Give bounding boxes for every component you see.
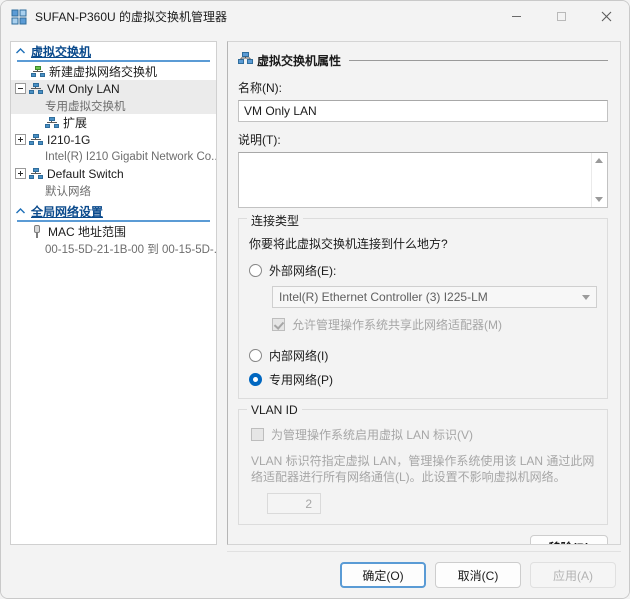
allow-management-os-share-checkbox: 允许管理操作系统共享此网络适配器(M) (272, 316, 597, 333)
maximize-button[interactable] (539, 1, 584, 32)
tree-item-label: 扩展 (63, 116, 88, 130)
external-adapter-dropdown[interactable]: Intel(R) Ethernet Controller (3) I225-LM (272, 286, 597, 308)
switch-icon (238, 52, 253, 68)
tree-item-mac-range-subtitle: 00-15-5D-21-1B-00 到 00-15-5D-... (11, 240, 216, 257)
new-switch-icon (31, 65, 45, 78)
tree-item-mac-address-range[interactable]: MAC 地址范围 (11, 223, 216, 240)
footer-buttons: 确定(O) 取消(C) 应用(A) (340, 562, 616, 588)
radio-indicator (249, 373, 262, 386)
switch-icon (45, 116, 59, 129)
chevron-up-icon (15, 46, 26, 57)
radio-label: 专用网络(P) (269, 373, 333, 387)
pane-splitter[interactable] (220, 41, 224, 545)
tree-item-new-switch[interactable]: 新建虚拟网络交换机 (11, 63, 216, 80)
radio-external-network[interactable]: 外部网络(E): (249, 262, 597, 279)
mac-icon (31, 225, 43, 238)
connection-type-label: 连接类型 (247, 212, 304, 229)
tree-item-sublabel: 默认网络 (45, 185, 91, 198)
vlan-id-label: VLAN ID (247, 403, 302, 417)
cancel-button[interactable]: 取消(C) (435, 562, 521, 588)
apply-button: 应用(A) (530, 562, 616, 588)
expander-expand-icon[interactable] (15, 134, 26, 145)
tree-item-label: VM Only LAN (47, 81, 120, 96)
scroll-down-arrow-icon[interactable] (595, 197, 603, 202)
checkbox-indicator (251, 428, 264, 441)
tree-item-vm-only-lan[interactable]: VM Only LAN (11, 80, 216, 97)
section-divider (349, 59, 608, 61)
chevron-up-icon (15, 206, 26, 217)
radio-indicator (249, 349, 262, 362)
virtual-switch-manager-window: SUFAN-P360U 的虚拟交换机管理器 虚拟交换机 新建虚拟网络交换机 VM… (0, 0, 630, 599)
switch-icon (29, 82, 43, 95)
tree-item-label: MAC 地址范围 (48, 225, 127, 239)
description-label: 说明(T): (238, 133, 281, 147)
dialog-footer: 确定(O) 取消(C) 应用(A) (1, 551, 629, 598)
radio-label: 内部网络(I) (269, 349, 329, 363)
minimize-button[interactable] (494, 1, 539, 32)
expander-expand-icon[interactable] (15, 168, 26, 179)
radio-label: 外部网络(E): (269, 264, 337, 278)
radio-internal-network[interactable]: 内部网络(I) (249, 347, 597, 364)
tree-item-i210-1g[interactable]: I210-1G (11, 131, 216, 148)
description-scrollbar[interactable] (591, 153, 607, 207)
tree-group-header-global[interactable]: 全局网络设置 (11, 202, 216, 220)
dialog-content: 虚拟交换机 新建虚拟网络交换机 VM Only LAN 专用虚拟交换机 扩展 I… (1, 32, 629, 552)
tree-item-label: I210-1G (47, 132, 91, 147)
tree-group-header-switches[interactable]: 虚拟交换机 (11, 42, 216, 60)
section-title-text: 虚拟交换机属性 (257, 53, 342, 68)
description-textarea[interactable] (238, 152, 608, 208)
hyperv-switch-icon (11, 9, 27, 25)
tree-item-extensions[interactable]: 扩展 (11, 114, 216, 131)
tree-item-sublabel: Intel(R) I210 Gigabit Network Co... (45, 150, 217, 163)
radio-private-network[interactable]: 专用网络(P) (249, 371, 597, 388)
tree-group-rule (17, 60, 210, 62)
external-adapter-value: Intel(R) Ethernet Controller (3) I225-LM (279, 290, 488, 304)
checkbox-indicator (272, 318, 285, 331)
connection-question: 你要将此虚拟交换机连接到什么地方? (249, 237, 448, 251)
section-header: 虚拟交换机属性 (238, 51, 608, 69)
enable-vlan-checkbox: 为管理操作系统启用虚拟 LAN 标识(V) (251, 426, 597, 443)
tree-group-label: 虚拟交换机 (31, 44, 92, 59)
tree-item-i210-1g-subtitle: Intel(R) I210 Gigabit Network Co... (11, 148, 216, 165)
tree-item-default-switch[interactable]: Default Switch (11, 165, 216, 182)
remove-button[interactable]: 移除(R) (530, 535, 608, 544)
close-button[interactable] (584, 1, 629, 32)
ok-button[interactable]: 确定(O) (340, 562, 426, 588)
vlan-description: VLAN 标识符指定虚拟 LAN，管理操作系统使用该 LAN 通过此网络适配器进… (251, 454, 595, 484)
chevron-down-icon (582, 294, 590, 300)
window-title: SUFAN-P360U 的虚拟交换机管理器 (35, 10, 228, 24)
caption-buttons (494, 1, 629, 32)
checkbox-label: 允许管理操作系统共享此网络适配器(M) (292, 318, 502, 332)
tree-item-label: 新建虚拟网络交换机 (49, 65, 158, 79)
tree-item-label: Default Switch (47, 166, 124, 181)
vlan-id-input: 2 (267, 493, 321, 514)
tree-item-sublabel: 专用虚拟交换机 (45, 100, 126, 113)
remove-button-row: 移除(R) (238, 535, 608, 544)
properties-pane: 虚拟交换机属性 名称(N): VM Only LAN 说明(T): 连接类型 你… (227, 41, 621, 545)
tree-item-sublabel: 00-15-5D-21-1B-00 到 00-15-5D-... (45, 243, 217, 256)
radio-indicator (249, 264, 262, 277)
expander-collapse-icon[interactable] (15, 83, 26, 94)
vlan-id-group: VLAN ID 为管理操作系统启用虚拟 LAN 标识(V) VLAN 标识符指定… (238, 403, 608, 525)
tree-item-default-switch-subtitle: 默认网络 (11, 182, 216, 199)
scroll-up-arrow-icon[interactable] (595, 158, 603, 163)
checkbox-label: 为管理操作系统启用虚拟 LAN 标识(V) (271, 428, 474, 442)
name-input[interactable]: VM Only LAN (238, 100, 608, 122)
tree-group-label: 全局网络设置 (31, 204, 104, 219)
name-label: 名称(N): (238, 81, 282, 95)
switch-icon (29, 133, 43, 146)
switch-icon (29, 167, 43, 180)
navigation-tree[interactable]: 虚拟交换机 新建虚拟网络交换机 VM Only LAN 专用虚拟交换机 扩展 I… (10, 41, 217, 545)
tree-item-vm-only-lan-subtitle: 专用虚拟交换机 (11, 97, 216, 114)
tree-group-rule (17, 220, 210, 222)
title-bar: SUFAN-P360U 的虚拟交换机管理器 (1, 1, 629, 32)
footer-divider (227, 551, 621, 552)
connection-type-group: 连接类型 你要将此虚拟交换机连接到什么地方? 外部网络(E): Intel(R)… (238, 212, 608, 399)
